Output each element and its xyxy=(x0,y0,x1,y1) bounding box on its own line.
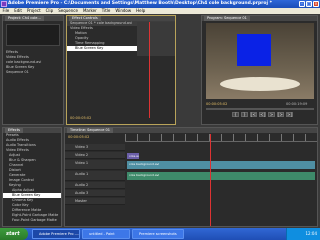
window-title: Adobe Premiere Pro - C:\Documents and Se… xyxy=(0,0,320,8)
windows-taskbar: start Adobe Premiere Pro -... untitled -… xyxy=(0,228,320,240)
effect-row-blue-screen-key[interactable]: Blue Screen Key xyxy=(67,46,137,51)
program-scrubber[interactable] xyxy=(206,108,314,110)
program-timecode-current: 00:00:05:02 xyxy=(206,102,228,106)
menu-window[interactable]: Window xyxy=(113,8,134,14)
effect-controls-panel: Effect Controls Sequence 01 * cole backg… xyxy=(66,15,176,125)
mark-out-button[interactable]: } xyxy=(241,112,248,117)
menu-bar: File Edit Project Clip Sequence Marker Title Wi… xyxy=(0,8,320,14)
taskbar-item-screenshots[interactable]: Premiere screenshots xyxy=(132,229,184,239)
timeline-panel: Timeline: Sequence 01 00:00:05:02 Video … xyxy=(64,127,318,227)
tab-timeline[interactable]: Timeline: Sequence 01 xyxy=(67,128,114,133)
studio-desk-image xyxy=(220,77,300,91)
program-video-frame xyxy=(206,23,314,99)
tab-program[interactable]: Program: Sequence 01 xyxy=(204,16,250,21)
menu-title[interactable]: Title xyxy=(99,8,113,14)
program-timecode-duration: 00:00:19:09 xyxy=(286,102,308,106)
timeline-ruler[interactable] xyxy=(125,134,317,142)
taskbar-item-premiere[interactable]: Adobe Premiere Pro -... xyxy=(32,229,80,239)
track-header-video-2[interactable]: Video 2 xyxy=(65,152,125,159)
mark-in-button[interactable]: { xyxy=(232,112,239,117)
play-button[interactable]: > xyxy=(268,112,275,117)
timeline-clip-video-1[interactable]: cole background.avi xyxy=(127,161,315,169)
project-item[interactable]: Sequence 01 xyxy=(3,70,63,75)
track-header-master[interactable]: Master xyxy=(65,198,125,205)
premiere-app-icon xyxy=(1,1,7,7)
start-button[interactable]: start xyxy=(0,228,28,240)
menu-marker[interactable]: Marker xyxy=(80,8,99,14)
step-back-button[interactable]: <| xyxy=(259,112,266,117)
timeline-timecode: 00:00:05:02 xyxy=(68,135,90,139)
taskbar-item-paint[interactable]: untitled - Paint xyxy=(82,229,130,239)
effects-item[interactable]: Four-Point Garbage Matte xyxy=(3,218,61,223)
timeline-tabbar: Timeline: Sequence 01 xyxy=(65,128,317,133)
project-panel: Project: Ch4 cole... Effects Video Effec… xyxy=(2,15,64,125)
tab-project[interactable]: Project: Ch4 cole... xyxy=(5,16,44,21)
menu-edit[interactable]: Edit xyxy=(12,8,25,14)
track-header-audio-3[interactable]: Audio 3 xyxy=(65,190,125,197)
menu-project[interactable]: Project xyxy=(24,8,43,14)
effect-controls-playhead[interactable] xyxy=(149,22,150,118)
effect-controls-mini-timeline[interactable] xyxy=(137,22,175,56)
timeline-playhead[interactable] xyxy=(210,134,211,226)
maximize-icon[interactable]: □ xyxy=(306,1,312,7)
track-header-video-1[interactable]: Video 1 xyxy=(65,160,125,170)
program-tabbar: Program: Sequence 01 xyxy=(202,16,317,21)
track-header-video-3[interactable]: Video 3 xyxy=(65,144,125,151)
system-tray-clock: 12:04 xyxy=(286,228,320,240)
blue-screen-area xyxy=(237,34,271,66)
menu-file[interactable]: File xyxy=(0,8,12,14)
minimize-icon[interactable]: - xyxy=(299,1,305,7)
project-preview-thumbnail xyxy=(6,24,60,46)
timeline-tracks: Video 3 Video 2 Video 1 Audio 1 Audio 2 … xyxy=(65,144,317,226)
timeline-clip-video-2[interactable]: cole.avi xyxy=(127,153,139,159)
program-monitor: Program: Sequence 01 00:00:05:02 00:00:1… xyxy=(201,15,318,125)
program-transport-controls: { } |< <| > |> >| xyxy=(232,112,312,118)
timeline-clip-audio-1[interactable]: cole background.avi xyxy=(127,172,315,180)
go-to-out-button[interactable]: >| xyxy=(286,112,293,117)
effect-controls-timecode: 00:00:05:02 xyxy=(70,116,92,120)
menu-clip[interactable]: Clip xyxy=(43,8,56,14)
menu-help[interactable]: Help xyxy=(134,8,148,14)
track-header-audio-1[interactable]: Audio 1 xyxy=(65,171,125,181)
menu-sequence[interactable]: Sequence xyxy=(56,8,81,14)
step-forward-button[interactable]: |> xyxy=(277,112,284,117)
effects-panel: Effects Presets Audio Effects Audio Tran… xyxy=(2,127,62,227)
track-header-audio-2[interactable]: Audio 2 xyxy=(65,182,125,189)
project-tabbar: Project: Ch4 cole... xyxy=(3,16,63,21)
close-icon[interactable]: × xyxy=(313,1,319,7)
go-to-in-button[interactable]: |< xyxy=(250,112,257,117)
